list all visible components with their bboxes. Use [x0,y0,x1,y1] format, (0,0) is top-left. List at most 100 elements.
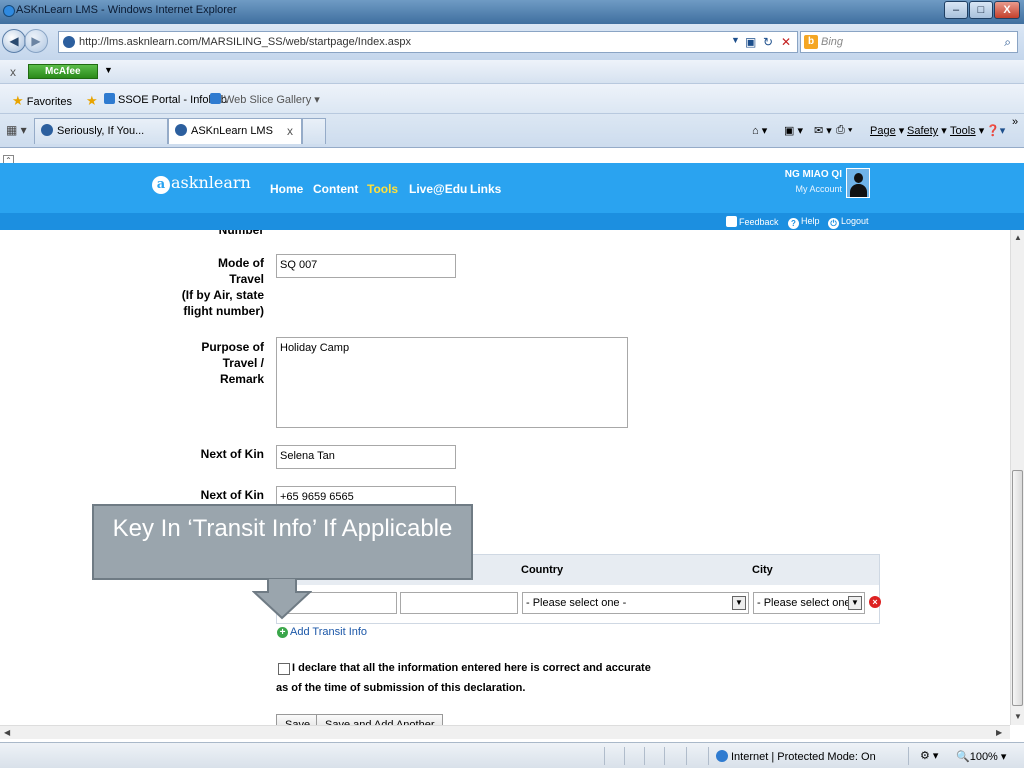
protected-mode-icon[interactable]: ⚙ ▾ [920,749,938,762]
add-favorite-icon[interactable]: ★ [86,93,98,109]
add-transit-link[interactable]: + Add Transit Info [277,626,367,638]
my-account-link[interactable]: My Account [780,184,842,194]
next-of-kin-input[interactable]: Selena Tan [276,445,456,469]
window-titlebar: ASKnLearn LMS - Windows Internet Explore… [0,0,1024,24]
chevron-down-icon: ▼ [848,596,862,610]
url-text: http://lms.asknlearn.com/MARSILING_SS/we… [79,36,411,48]
tab-asknlearn[interactable]: ASKnLearn LMS x [168,118,302,144]
compat-view-icon[interactable]: ▣ [745,35,756,49]
save-add-another-button[interactable]: Save and Add Another [316,714,444,725]
search-icon[interactable]: ⌕ [1004,35,1011,50]
page-icon [210,93,221,104]
favorites-button[interactable]: ★ Favorites [12,93,72,109]
add-transit-label: Add Transit Info [290,626,368,638]
tools-menu-label: Tools [950,125,976,137]
zoom-level[interactable]: 🔍100% ▾ [956,750,1006,763]
close-tab-icon[interactable]: x [287,119,293,143]
country-select[interactable]: - Please select one - ▼ [522,592,749,614]
feedback-link[interactable]: Feedback [726,216,779,227]
mail-icon[interactable]: ✉ ▾ [814,124,832,137]
search-placeholder: Bing [821,36,844,48]
feedback-icon [726,216,737,227]
security-zone[interactable]: Internet | Protected Mode: On [716,750,876,763]
city-select-value: - Please select one - [757,597,858,609]
tutorial-callout: Key In ‘Transit Info’ If Applicable [92,504,473,580]
address-bar: ◀ ▶ http://lms.asknlearn.com/MARSILING_S… [0,24,1024,60]
print-icon[interactable]: ⎙ ▾ [836,124,852,137]
tab-label: Seriously, If You... [57,125,145,137]
close-toolbar-icon[interactable]: x [10,65,16,79]
declaration-checkbox[interactable] [278,663,290,675]
help-link[interactable]: ? Help [788,216,820,229]
mode-of-travel-input[interactable]: SQ 007 [276,254,456,278]
logout-link[interactable]: ⏻ Logout [828,216,869,229]
declaration-text-line1: I declare that all the information enter… [292,662,651,674]
chevron-more-icon[interactable]: » [1012,116,1018,128]
chevron-down-icon[interactable]: ▼ [104,65,113,75]
close-button[interactable]: X [994,1,1020,19]
scroll-right-icon[interactable]: ▶ [996,728,1002,737]
dropdown-icon[interactable]: ▼ [731,35,740,45]
stop-icon[interactable]: ✕ [781,35,791,49]
help-label: Help [801,216,820,226]
asknlearn-logo[interactable]: a asknlearn [152,173,251,194]
page-menu[interactable]: Page ▾ [870,124,904,137]
favorite-item-ssoe[interactable]: SSOE Portal - Infohub [104,93,227,106]
vertical-scrollbar[interactable]: ▲ ▼ [1010,230,1024,725]
quick-tabs-icon[interactable]: ▦ ▾ [6,123,27,137]
page-menu-label: Page [870,125,896,137]
favorites-label: Favorites [26,96,72,108]
window-title: ASKnLearn LMS - Windows Internet Explore… [16,4,237,16]
forward-button[interactable]: ▶ [24,29,48,53]
transit-time-input[interactable] [400,592,518,614]
logout-label: Logout [841,216,869,226]
lms-header: a asknlearn Home Content Tools Live@Edu L… [0,163,1024,213]
globe-icon [716,750,728,762]
purpose-textarea[interactable]: Holiday Camp [276,337,628,428]
favorite-item-webslice[interactable]: Web Slice Gallery ▾ [210,93,320,106]
help-icon[interactable]: ❓▾ [986,124,1005,137]
minimize-button[interactable]: – [944,1,968,19]
logo-text: asknlearn [171,173,251,192]
avatar[interactable] [846,168,870,198]
mcafee-button[interactable]: McAfee [28,64,98,79]
favorite-label: Web Slice Gallery [224,94,312,106]
remove-row-icon[interactable]: × [869,596,881,608]
nav-links[interactable]: Links [470,182,501,196]
country-select-value: - Please select one - [526,597,627,609]
scroll-left-icon[interactable]: ◀ [4,728,10,737]
feedback-label: Feedback [739,217,779,227]
ie-icon [3,5,15,17]
maximize-button[interactable]: □ [969,1,993,19]
new-tab-button[interactable] [302,118,326,144]
next-of-kin-label: Next of Kin [200,447,264,461]
lms-subbar: Feedback ? Help ⏻ Logout [0,213,1024,230]
home-icon[interactable]: ⌂ ▾ [752,124,767,137]
scroll-thumb[interactable] [1012,470,1023,706]
feeds-icon[interactable]: ▣ ▾ [784,124,803,137]
tools-menu[interactable]: Tools ▾ [950,124,984,137]
url-field[interactable]: http://lms.asknlearn.com/MARSILING_SS/we… [58,31,798,53]
refresh-icon[interactable]: ↻ [763,35,773,49]
back-button[interactable]: ◀ [2,29,26,53]
bing-icon: b [804,35,818,49]
search-field[interactable]: b Bing ⌕ [800,31,1018,53]
help-icon: ? [788,218,799,229]
city-select[interactable]: - Please select one - ▼ [753,592,865,614]
purpose-label: Purpose of Travel / Remark [201,340,264,386]
form-content: Number Mode of Travel (If by Air, state … [0,230,1010,725]
nav-content[interactable]: Content [313,182,358,196]
plus-icon: + [277,627,288,638]
horizontal-scrollbar[interactable]: ◀ ▶ [0,725,1010,739]
safety-menu[interactable]: Safety ▾ [907,124,947,137]
tab-seriously[interactable]: Seriously, If You... [34,118,168,144]
scroll-up-icon[interactable]: ▲ [1014,233,1022,242]
nav-tools[interactable]: Tools [367,182,398,196]
favorites-bar: ★ Favorites ★ SSOE Portal - Infohub Web … [0,84,1024,114]
save-button[interactable]: Save [276,714,320,725]
zoom-text: 100% [969,751,998,763]
scroll-down-icon[interactable]: ▼ [1014,712,1022,721]
nav-home[interactable]: Home [270,182,303,196]
page-icon [175,124,187,136]
nav-live-edu[interactable]: Live@Edu [409,182,467,196]
